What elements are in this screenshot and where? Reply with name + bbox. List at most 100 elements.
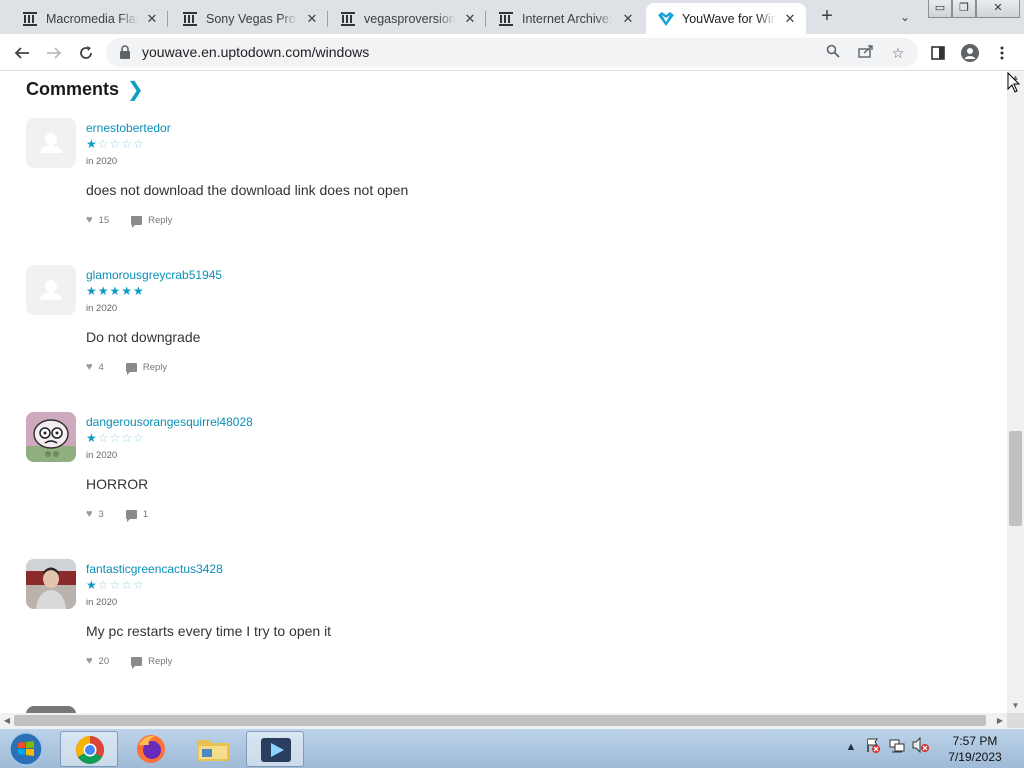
reply-link[interactable]: Reply	[148, 656, 172, 667]
avatar[interactable]	[26, 706, 76, 713]
reload-icon[interactable]	[72, 39, 100, 67]
tab-1[interactable]: Sony Vegas Pro V ✕	[170, 3, 328, 34]
like-count: 4	[98, 361, 104, 373]
scroll-left-icon[interactable]: ◀	[0, 713, 14, 728]
media-player-taskbar-button[interactable]	[246, 731, 304, 767]
tab-2[interactable]: vegasproversions ✕	[328, 3, 486, 34]
page-content: Comments ❯ ernestobertedor ★☆☆☆☆ in 2020…	[0, 71, 1007, 713]
reply-link[interactable]: Reply	[143, 362, 167, 373]
like-count: 15	[98, 214, 110, 226]
volume-muted-icon[interactable]	[912, 736, 930, 757]
comment-actions: ♥ 4 Reply	[86, 361, 167, 375]
scroll-down-icon[interactable]: ▼	[1007, 699, 1024, 713]
close-window-button[interactable]: ✕	[976, 0, 1020, 18]
avatar[interactable]	[26, 118, 76, 168]
side-panel-icon[interactable]	[924, 39, 952, 67]
heart-icon[interactable]: ♥	[86, 214, 93, 226]
close-icon[interactable]: ✕	[620, 11, 636, 27]
chrome-taskbar-button[interactable]	[60, 731, 118, 767]
reply-icon[interactable]	[131, 215, 143, 228]
comment-username[interactable]: dangerousorangesquirrel48028	[86, 415, 253, 429]
tab-3[interactable]: Internet Archive: ✕	[486, 3, 644, 34]
forward-icon[interactable]	[40, 39, 68, 67]
close-icon[interactable]: ✕	[462, 11, 478, 27]
system-clock[interactable]: 7:57 PM 7/19/2023	[940, 733, 1010, 765]
comment-item: fantasticgreencactus3428 ★☆☆☆☆ in 2020 M…	[26, 559, 926, 699]
scrollbar-thumb[interactable]	[14, 715, 986, 726]
tab-title: Macromedia Flash	[46, 11, 138, 26]
file-explorer-taskbar-button[interactable]	[184, 731, 242, 767]
rating-stars: ★☆☆☆☆	[86, 578, 145, 592]
heart-icon[interactable]: ♥	[86, 508, 93, 520]
tab-search-icon[interactable]: ⌄	[893, 6, 917, 28]
comment-date: in 2020	[86, 156, 118, 167]
browser-toolbar: youwave.en.uptodown.com/windows ☆	[0, 34, 1024, 71]
reply-icon[interactable]	[131, 656, 143, 669]
avatar[interactable]	[26, 559, 76, 609]
menu-kebab-icon[interactable]	[988, 39, 1016, 67]
chevron-right-icon[interactable]: ❯	[127, 77, 144, 102]
comment-date: in 2020	[86, 303, 118, 314]
uptodown-icon	[658, 11, 674, 27]
archive-icon	[22, 11, 38, 27]
comment-actions: ♥ 15 Reply	[86, 214, 172, 228]
comment-actions: ♥ 20 Reply	[86, 655, 172, 669]
address-bar[interactable]: youwave.en.uptodown.com/windows ☆	[106, 38, 918, 67]
rating-stars: ★★★★★	[86, 284, 145, 298]
reply-link[interactable]: Reply	[148, 215, 172, 226]
tab-separator	[167, 11, 168, 27]
tab-title: Internet Archive:	[522, 11, 613, 26]
comment-item: ernestobertedor ★☆☆☆☆ in 2020 does not d…	[26, 118, 926, 258]
like-count: 20	[98, 655, 110, 667]
reply-icon[interactable]	[125, 362, 137, 375]
search-icon[interactable]	[821, 41, 845, 65]
vertical-scrollbar[interactable]: ▲ ▼	[1007, 71, 1024, 713]
close-icon[interactable]: ✕	[304, 11, 320, 27]
comment-username[interactable]: ernestobertedor	[86, 121, 171, 135]
comment-username[interactable]: glamorousgreycrab51945	[86, 268, 222, 282]
comment-text: HORROR	[86, 476, 149, 492]
heart-icon[interactable]: ♥	[86, 361, 93, 373]
reply-count[interactable]: 1	[143, 509, 148, 520]
archive-icon	[498, 11, 514, 27]
close-icon[interactable]: ✕	[144, 11, 160, 27]
tab-title: Sony Vegas Pro V	[206, 11, 298, 26]
tab-0[interactable]: Macromedia Flash ✕	[10, 3, 168, 34]
minimize-button[interactable]: ▭	[928, 0, 952, 18]
tab-strip: Macromedia Flash ✕ Sony Vegas Pro V ✕ ve…	[0, 0, 1024, 34]
scrollbar-thumb[interactable]	[1009, 431, 1022, 526]
action-center-icon[interactable]	[864, 737, 882, 757]
url-text[interactable]: youwave.en.uptodown.com/windows	[142, 44, 369, 60]
firefox-taskbar-button[interactable]	[122, 731, 180, 767]
reply-icon[interactable]	[125, 509, 137, 522]
tab-title: vegasproversions	[364, 11, 456, 26]
taskbar: ▲ 7:57 PM 7/19/2023	[0, 728, 1024, 768]
archive-icon	[182, 11, 198, 27]
avatar[interactable]	[26, 265, 76, 315]
share-icon[interactable]	[854, 41, 878, 65]
maximize-button[interactable]: ❐	[952, 0, 976, 18]
profile-avatar-icon[interactable]	[956, 39, 984, 67]
rating-stars: ★☆☆☆☆	[86, 137, 145, 151]
scrollbar-corner	[1007, 713, 1024, 728]
comments-heading[interactable]: Comments ❯	[26, 77, 144, 102]
back-icon[interactable]	[8, 39, 36, 67]
bookmark-star-icon[interactable]: ☆	[886, 41, 910, 65]
comment-date: in 2020	[86, 597, 118, 608]
comment-text: Do not downgrade	[86, 329, 201, 345]
avatar[interactable]	[26, 412, 76, 462]
tab-active[interactable]: YouWave for Wind ✕	[646, 3, 806, 34]
comment-username[interactable]: fantasticgreencactus3428	[86, 562, 223, 576]
lock-icon[interactable]	[119, 45, 133, 60]
new-tab-button[interactable]: +	[814, 5, 840, 29]
start-button[interactable]	[6, 731, 46, 767]
scroll-right-icon[interactable]: ▶	[993, 713, 1007, 728]
comment-date: in 2020	[86, 450, 118, 461]
comment-actions: ♥ 3 1	[86, 508, 148, 522]
clock-time: 7:57 PM	[952, 734, 998, 748]
show-hidden-icons-icon[interactable]: ▲	[842, 737, 860, 757]
close-icon[interactable]: ✕	[782, 11, 798, 27]
heart-icon[interactable]: ♥	[86, 655, 93, 667]
network-icon[interactable]	[888, 737, 906, 757]
horizontal-scrollbar[interactable]: ◀ ▶	[0, 713, 1007, 728]
